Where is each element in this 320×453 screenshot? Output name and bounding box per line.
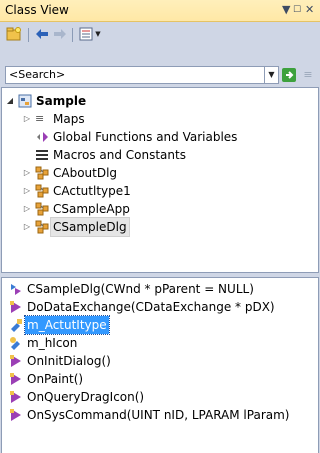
tree-item-label: CSampleApp — [53, 202, 130, 216]
dropdown-arrow-icon[interactable]: ▼ — [93, 25, 103, 43]
member-label: OnInitDialog() — [27, 354, 111, 368]
protected-method-icon — [9, 354, 23, 368]
tree-item-cactutltype1[interactable]: ▷ CActutltype1 — [22, 182, 302, 200]
member-item[interactable]: DoDataExchange(CDataExchange * pDX) — [5, 298, 315, 316]
class-icon — [35, 184, 49, 198]
clear-search-icon[interactable]: ≡ — [300, 66, 316, 84]
tree-root-label: Sample — [36, 94, 87, 108]
member-label: m_hIcon — [27, 336, 78, 350]
class-view-panel: Class View ▼ ☐ ✕ ▼ <Search> ▼ ≡ ◢ Sample… — [0, 0, 320, 453]
member-item[interactable]: CSampleDlg(CWnd * pParent = NULL) — [5, 280, 315, 298]
member-label: DoDataExchange(CDataExchange * pDX) — [27, 300, 275, 314]
class-tree: ◢ Sample ▷ ≡ Maps Global Functions and V… — [1, 87, 319, 273]
method-icon — [9, 282, 23, 296]
forward-arrow-icon[interactable] — [51, 25, 69, 43]
member-item[interactable]: OnQueryDragIcon() — [5, 388, 315, 406]
member-label: OnSysCommand(UINT nID, LPARAM lParam) — [27, 408, 290, 422]
protected-method-icon — [9, 372, 23, 386]
member-item-selected[interactable]: m_ActutItype — [5, 315, 315, 335]
close-icon[interactable]: ✕ — [305, 3, 314, 17]
expand-icon[interactable]: ▷ — [22, 164, 32, 182]
global-functions-icon — [35, 130, 49, 144]
search-input[interactable]: <Search> — [5, 66, 265, 84]
members-list: CSampleDlg(CWnd * pParent = NULL) DoData… — [1, 277, 319, 453]
member-label: OnQueryDragIcon() — [27, 390, 145, 404]
collapse-icon[interactable]: ◢ — [5, 92, 15, 110]
tree-item-global-functions[interactable]: Global Functions and Variables — [22, 128, 302, 146]
maximize-icon[interactable]: ☐ — [293, 3, 301, 17]
tree-item-macros[interactable]: Macros and Constants — [22, 146, 302, 164]
tree-item-label: CSampleDlg — [50, 217, 130, 237]
tree-item-label: Maps — [53, 112, 85, 126]
tree-item-csampleapp[interactable]: ▷ CSampleApp — [22, 200, 302, 218]
field-icon — [9, 318, 23, 332]
member-label: CSampleDlg(CWnd * pParent = NULL) — [27, 282, 254, 296]
search-go-icon[interactable] — [281, 66, 297, 84]
class-icon — [35, 202, 49, 216]
tree-item-label: CAboutDlg — [53, 166, 118, 180]
search-dropdown-icon[interactable]: ▼ — [265, 66, 279, 84]
expand-icon[interactable]: ▷ — [22, 200, 32, 218]
macros-icon — [35, 148, 49, 162]
member-label: OnPaint() — [27, 372, 84, 386]
new-folder-icon[interactable] — [5, 25, 23, 43]
expand-icon[interactable]: ▷ — [22, 182, 32, 200]
member-label: m_ActutItype — [24, 315, 110, 335]
tree-item-label: Global Functions and Variables — [53, 130, 238, 144]
class-icon — [35, 220, 49, 234]
member-item[interactable]: OnSysCommand(UINT nID, LPARAM lParam) — [5, 406, 315, 424]
class-icon — [35, 166, 49, 180]
title-bar: Class View ▼ ☐ ✕ — [0, 0, 320, 22]
tree-item-label: CActutltype1 — [53, 184, 131, 198]
tree-item-caboutdlg[interactable]: ▷ CAboutDlg — [22, 164, 302, 182]
map-icon: ≡ — [35, 112, 45, 125]
expand-icon[interactable]: ▷ — [22, 110, 32, 128]
protected-method-icon — [9, 408, 23, 422]
expand-icon[interactable]: ▷ — [22, 218, 32, 236]
window-menu-dropdown-icon[interactable]: ▼ — [282, 3, 290, 17]
member-item[interactable]: OnInitDialog() — [5, 352, 315, 370]
window-title: Class View — [5, 3, 69, 17]
protected-method-icon — [9, 390, 23, 404]
back-arrow-icon[interactable] — [33, 25, 51, 43]
tree-item-label: Macros and Constants — [53, 148, 186, 162]
member-item[interactable]: OnPaint() — [5, 370, 315, 388]
member-item[interactable]: m_hIcon — [5, 334, 315, 352]
field-icon — [9, 336, 23, 350]
toolbar: ▼ — [0, 22, 320, 64]
tree-item-maps[interactable]: ▷ ≡ Maps — [22, 110, 302, 128]
tree-root[interactable]: ◢ Sample — [5, 92, 305, 110]
tree-item-csampledlg[interactable]: ▷ CSampleDlg — [22, 217, 302, 237]
project-icon — [18, 94, 32, 108]
protected-method-icon — [9, 300, 23, 314]
